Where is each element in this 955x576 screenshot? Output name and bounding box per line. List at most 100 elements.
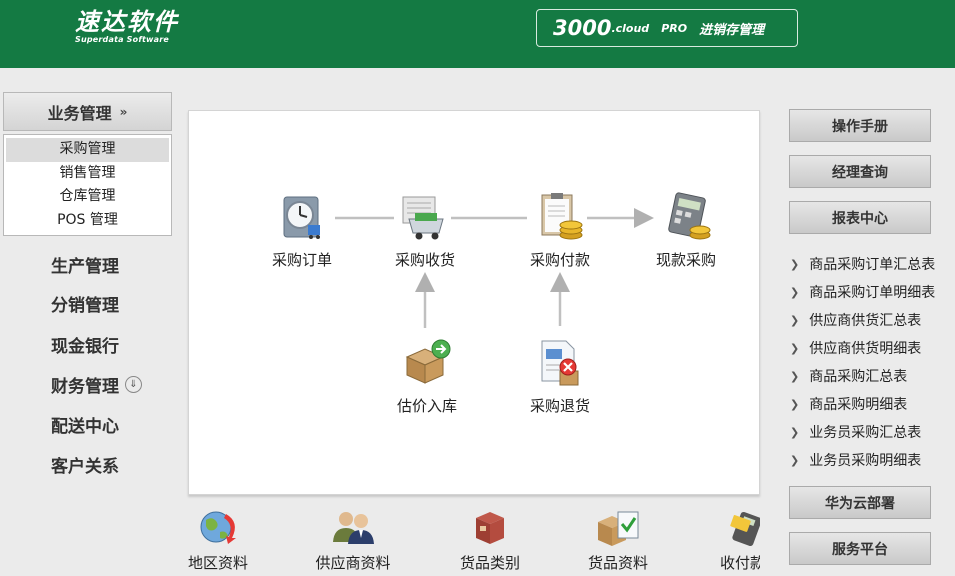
nav-item-cash-bank[interactable]: 现金银行 <box>51 332 119 357</box>
quick-link-region[interactable]: 地区资料 <box>173 508 263 573</box>
box-category-icon <box>476 512 504 544</box>
report-link[interactable]: ❯ 供应商供货汇总表 <box>790 306 935 334</box>
service-platform-button[interactable]: 服务平台 <box>789 532 931 565</box>
report-center-button[interactable]: 报表中心 <box>789 201 931 234</box>
node-label: 现款采购 <box>655 251 716 269</box>
cash-purchase-icon <box>668 192 711 240</box>
quick-link-label: 地区资料 <box>187 554 248 572</box>
nav-item-finance[interactable]: 财务管理 ⇓ <box>51 372 142 397</box>
node-purchase-return[interactable]: 采购退货 <box>515 337 605 416</box>
report-link[interactable]: ❯ 商品采购汇总表 <box>790 362 935 390</box>
workflow-arrows <box>335 208 654 328</box>
quick-link-goods-info[interactable]: 货品资料 <box>573 508 663 573</box>
nav-item-production[interactable]: 生产管理 <box>51 252 119 277</box>
node-label: 采购付款 <box>529 251 590 269</box>
chevron-right-icon: ❯ <box>790 369 800 383</box>
product-title-box: 3000 .cloud PRO 进销存管理 <box>536 9 798 47</box>
logo-chinese-text: 速达软件 <box>75 8 179 36</box>
double-chevron-down-icon: » <box>119 104 128 119</box>
node-purchase-payment[interactable]: 采购付款 <box>515 191 605 270</box>
node-cash-purchase[interactable]: 现款采购 <box>641 191 731 270</box>
chevron-right-icon: ❯ <box>790 425 800 439</box>
submenu-item-sales[interactable]: 销售管理 <box>6 162 169 186</box>
brand-logo: 速达软件 Superdata Software <box>75 8 179 44</box>
report-link[interactable]: ❯ 业务员采购汇总表 <box>790 418 935 446</box>
chevron-right-icon: ❯ <box>790 397 800 411</box>
report-link[interactable]: ❯ 商品采购订单汇总表 <box>790 250 935 278</box>
chevron-right-icon: ❯ <box>790 257 800 271</box>
quick-link-supplier[interactable]: 供应商资料 <box>308 508 398 573</box>
service-platform-label: 服务平台 <box>832 541 888 558</box>
report-link-label: 商品采购订单汇总表 <box>809 257 936 273</box>
estimated-stock-in-icon <box>405 339 451 384</box>
product-cloud-suffix: .cloud <box>611 21 650 35</box>
report-link[interactable]: ❯ 供应商供货明细表 <box>790 334 935 362</box>
quick-link-label: 供应商资料 <box>315 554 391 572</box>
app-header: 速达软件 Superdata Software 3000 .cloud PRO … <box>0 0 955 68</box>
business-submenu: 采购管理 销售管理 仓库管理 POS 管理 <box>3 134 172 236</box>
globe-icon <box>200 511 236 544</box>
report-link-label: 商品采购明细表 <box>809 397 908 413</box>
report-link[interactable]: ❯ 商品采购明细表 <box>790 390 935 418</box>
nav-label: 分销管理 <box>51 296 119 316</box>
business-management-label: 业务管理 <box>47 103 112 123</box>
chevron-right-icon: ❯ <box>790 285 800 299</box>
product-module-name: 进销存管理 <box>699 22 765 38</box>
logo-english-text: Superdata Software <box>75 35 170 44</box>
quick-link-label: 收付款 <box>720 554 760 572</box>
report-link-label: 业务员采购明细表 <box>809 453 922 469</box>
report-link[interactable]: ❯ 商品采购订单明细表 <box>790 278 935 306</box>
purchase-order-icon <box>283 196 320 239</box>
submenu-item-purchase[interactable]: 采购管理 <box>6 138 169 162</box>
nav-label: 财务管理 <box>51 377 119 397</box>
supplier-people-icon <box>333 512 374 544</box>
nav-label: 现金银行 <box>51 337 119 357</box>
quick-link-payment[interactable]: 收付款 <box>712 508 760 573</box>
chevron-right-icon: ❯ <box>790 313 800 327</box>
node-purchase-receipt[interactable]: 采购收货 <box>380 191 470 270</box>
business-management-button[interactable]: 业务管理 » <box>3 92 172 131</box>
report-link[interactable]: ❯ 业务员采购明细表 <box>790 446 935 474</box>
node-label: 采购订单 <box>271 251 332 269</box>
node-purchase-order[interactable]: 采购订单 <box>257 191 347 270</box>
huawei-cloud-label: 华为云部署 <box>825 495 895 512</box>
node-label: 采购收货 <box>394 251 455 269</box>
manual-label: 操作手册 <box>832 118 888 135</box>
purchase-receipt-icon <box>402 196 444 240</box>
chevron-right-icon: ❯ <box>790 341 800 355</box>
goods-info-icon <box>598 511 639 546</box>
purchase-payment-icon <box>541 193 583 240</box>
report-link-label: 业务员采购汇总表 <box>809 425 922 441</box>
purchase-return-icon <box>541 340 579 386</box>
quick-link-label: 货品资料 <box>587 554 648 572</box>
report-list: ❯ 商品采购订单汇总表 ❯ 商品采购订单明细表 ❯ 供应商供货汇总表 ❯ 供应商供货明细… <box>790 250 935 474</box>
report-link-label: 供应商供货汇总表 <box>809 313 922 329</box>
manager-query-label: 经理查询 <box>832 164 888 181</box>
product-version: 3000 <box>553 16 612 40</box>
circle-chevron-down-icon: ⇓ <box>125 376 142 393</box>
nav-label: 生产管理 <box>51 257 119 277</box>
nav-item-crm[interactable]: 客户关系 <box>51 452 119 477</box>
nav-item-distribution[interactable]: 分销管理 <box>51 291 119 316</box>
purchase-workflow-panel: 采购订单 采购收货 采购付款 现款采购 估价入库 采购退货 <box>188 110 760 495</box>
submenu-item-pos[interactable]: POS 管理 <box>6 209 169 233</box>
node-estimated-stock-in[interactable]: 估价入库 <box>382 337 472 416</box>
report-link-label: 供应商供货明细表 <box>809 341 922 357</box>
node-label: 估价入库 <box>396 397 457 415</box>
nav-label: 配送中心 <box>51 417 119 437</box>
chevron-right-icon: ❯ <box>790 453 800 467</box>
manager-query-button[interactable]: 经理查询 <box>789 155 931 188</box>
nav-label: 客户关系 <box>51 457 119 477</box>
nav-item-delivery[interactable]: 配送中心 <box>51 412 119 437</box>
report-link-label: 商品采购订单明细表 <box>809 285 936 301</box>
product-edition: PRO <box>661 21 688 35</box>
huawei-cloud-button[interactable]: 华为云部署 <box>789 486 931 519</box>
submenu-item-warehouse[interactable]: 仓库管理 <box>6 185 169 209</box>
manual-button[interactable]: 操作手册 <box>789 109 931 142</box>
node-label: 采购退货 <box>529 397 590 415</box>
report-link-label: 商品采购汇总表 <box>809 369 908 385</box>
quick-link-goods-category[interactable]: 货品类别 <box>445 508 535 573</box>
quick-link-label: 货品类别 <box>459 554 520 572</box>
card-terminal-icon <box>730 511 760 546</box>
report-center-label: 报表中心 <box>832 210 888 227</box>
